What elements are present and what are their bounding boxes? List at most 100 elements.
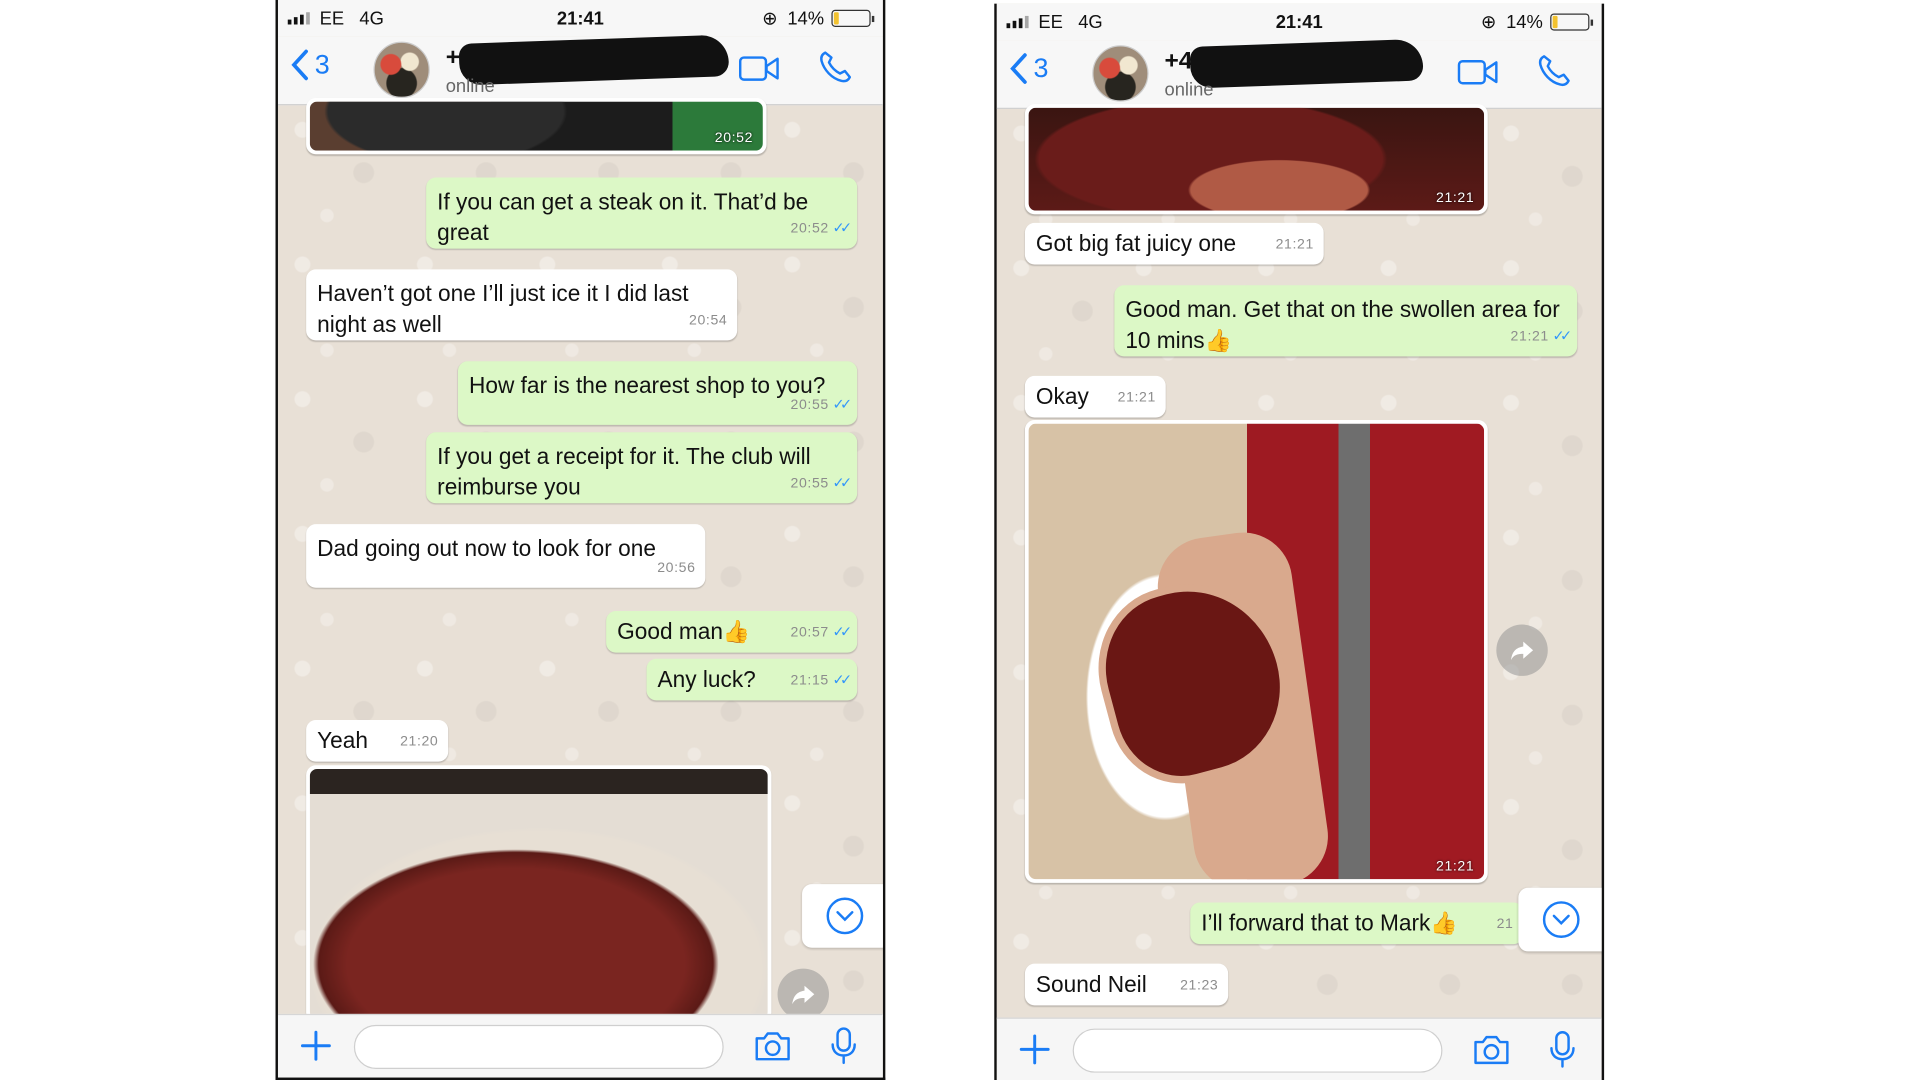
read-receipt-icon: ✓✓ bbox=[1552, 326, 1573, 345]
forward-arrow-icon bbox=[792, 985, 815, 1005]
outgoing-message[interactable]: Good man👍 20:57 ✓✓ bbox=[606, 611, 858, 653]
message-text: If you can get a steak on it. That’d be … bbox=[437, 188, 809, 245]
message-text: Okay bbox=[1035, 383, 1089, 409]
outgoing-message[interactable]: If you can get a steak on it. That’d be … bbox=[426, 177, 858, 249]
message-list[interactable]: 20:52 If you can get a steak on it. That… bbox=[278, 97, 883, 1023]
message-input-bar bbox=[277, 1013, 883, 1078]
left-phone-screen: EE 4G 21:41 ⊕ 14% 3 +44 online 20:52 If … bbox=[275, 0, 886, 1080]
message-text: Dad going out now to look for one bbox=[317, 535, 656, 561]
steak-photo: 21:21 bbox=[1028, 107, 1485, 211]
message-text: Any luck? bbox=[657, 666, 756, 692]
redaction-mark bbox=[1189, 38, 1424, 89]
outgoing-message[interactable]: Any luck? 21:15 ✓✓ bbox=[646, 658, 858, 701]
message-time: 20:52 bbox=[714, 131, 754, 146]
message-text: Haven’t got one I’ll just ice it I did l… bbox=[317, 280, 689, 337]
battery-percent: 14% bbox=[787, 8, 825, 30]
message-time: 20:56 bbox=[657, 560, 696, 576]
chevron-down-circle-icon bbox=[826, 897, 864, 935]
outgoing-message[interactable]: How far is the nearest shop to you? 20:5… bbox=[457, 361, 858, 425]
forward-button[interactable] bbox=[777, 968, 829, 1021]
contact-status: online bbox=[445, 75, 495, 97]
battery-icon bbox=[831, 9, 875, 27]
chevron-left-icon bbox=[1010, 53, 1027, 84]
plus-icon[interactable] bbox=[1019, 1033, 1051, 1065]
message-input[interactable] bbox=[353, 1024, 724, 1069]
message-time: 21:21 bbox=[1435, 859, 1475, 875]
incoming-message[interactable]: Okay 21:21 bbox=[1024, 375, 1166, 418]
message-input-bar bbox=[996, 1017, 1602, 1080]
outgoing-message[interactable]: If you get a receipt for it. The club wi… bbox=[426, 432, 858, 504]
image-message[interactable]: 21:21 bbox=[1024, 104, 1488, 215]
message-text: I’ll forward that to Mark bbox=[1201, 909, 1431, 936]
steak-photo bbox=[309, 768, 768, 1019]
incoming-message[interactable]: Got big fat juicy one 21:21 bbox=[1024, 222, 1324, 265]
message-time: 20:52 bbox=[790, 221, 829, 237]
back-button[interactable]: 3 bbox=[1009, 53, 1048, 85]
avatar[interactable] bbox=[373, 41, 430, 98]
message-text: Yeah bbox=[317, 727, 368, 754]
microphone-icon[interactable] bbox=[1548, 1030, 1577, 1069]
thumbs-up-emoji: 👍 bbox=[1430, 911, 1458, 936]
right-phone-screen: EE 4G 21:41 ⊕ 14% 3 +44 online 21:21 Got… bbox=[994, 3, 1605, 1080]
plus-icon[interactable] bbox=[300, 1030, 332, 1062]
status-bar: EE 4G 21:41 ⊕ 14% bbox=[996, 3, 1602, 41]
message-input[interactable] bbox=[1072, 1028, 1443, 1073]
image-message[interactable]: 20:52 bbox=[306, 97, 767, 155]
message-time: 21:20 bbox=[400, 734, 439, 750]
contact-status: online bbox=[1164, 79, 1214, 101]
message-time: 21 bbox=[1496, 917, 1514, 932]
incoming-message[interactable]: Sound Neil 21:23 bbox=[1024, 963, 1229, 1006]
message-text: Sound Neil bbox=[1035, 971, 1147, 997]
read-receipt-icon: ✓✓ bbox=[832, 473, 853, 492]
message-text: Good man. Get that on the swollen area f… bbox=[1125, 296, 1560, 353]
chat-header: 3 +44 online bbox=[277, 34, 883, 106]
camera-icon[interactable] bbox=[754, 1030, 791, 1062]
incoming-message[interactable]: Yeah 21:20 bbox=[306, 720, 449, 762]
voice-call-icon[interactable] bbox=[1536, 53, 1573, 90]
screenshot-stage: EE 4G 21:41 ⊕ 14% 3 +44 online 20:52 If … bbox=[0, 0, 1920, 1080]
scroll-to-bottom-button[interactable] bbox=[802, 884, 883, 948]
redaction-mark bbox=[458, 34, 730, 86]
video-call-icon[interactable] bbox=[738, 54, 780, 83]
incoming-message[interactable]: Dad going out now to look for one 20:56 bbox=[306, 524, 706, 588]
status-bar: EE 4G 21:41 ⊕ 14% bbox=[277, 0, 883, 37]
message-time: 20:55 bbox=[790, 397, 829, 413]
back-button[interactable]: 3 bbox=[290, 48, 330, 81]
outgoing-message[interactable]: I’ll forward that to Mark👍 21 bbox=[1190, 902, 1524, 945]
message-time: 21:21 bbox=[1510, 329, 1549, 345]
unread-count: 3 bbox=[314, 48, 330, 80]
image-message[interactable]: 21:21 bbox=[1024, 420, 1488, 883]
chat-header: 3 +44 online bbox=[996, 38, 1602, 109]
message-list[interactable]: 21:21 Got big fat juicy one 21:21 Good m… bbox=[997, 104, 1602, 1020]
message-time: 21:21 bbox=[1117, 390, 1156, 406]
battery-icon bbox=[1550, 13, 1594, 31]
message-time: 20:55 bbox=[790, 476, 829, 492]
chevron-down-circle-icon bbox=[1542, 901, 1580, 938]
read-receipt-icon: ✓✓ bbox=[832, 395, 853, 413]
image-message[interactable] bbox=[306, 765, 772, 1023]
read-receipt-icon: ✓✓ bbox=[832, 671, 853, 689]
voice-call-icon[interactable] bbox=[817, 49, 854, 86]
forward-button[interactable] bbox=[1496, 624, 1548, 676]
thumbs-up-emoji: 👍 bbox=[1204, 328, 1233, 353]
scroll-to-bottom-button[interactable] bbox=[1518, 887, 1602, 952]
camera-icon[interactable] bbox=[1473, 1033, 1510, 1065]
outgoing-message[interactable]: Good man. Get that on the swollen area f… bbox=[1114, 285, 1578, 357]
orientation-lock-icon: ⊕ bbox=[1480, 12, 1497, 34]
leg-photo: 20:52 bbox=[309, 101, 763, 151]
message-time: 21:21 bbox=[1435, 191, 1475, 206]
orientation-lock-icon: ⊕ bbox=[762, 8, 778, 30]
message-text: If you get a receipt for it. The club wi… bbox=[437, 443, 811, 500]
incoming-message[interactable]: Haven’t got one I’ll just ice it I did l… bbox=[306, 269, 738, 341]
battery-percent: 14% bbox=[1506, 12, 1543, 34]
unread-count: 3 bbox=[1033, 52, 1049, 84]
message-text: Good man bbox=[617, 618, 723, 645]
message-time: 21:15 bbox=[790, 673, 829, 689]
microphone-icon[interactable] bbox=[829, 1026, 858, 1065]
message-time: 21:23 bbox=[1180, 978, 1219, 994]
video-call-icon[interactable] bbox=[1457, 58, 1499, 87]
message-time: 20:57 bbox=[790, 625, 829, 641]
avatar[interactable] bbox=[1092, 45, 1149, 102]
message-text: How far is the nearest shop to you? bbox=[468, 372, 826, 398]
chevron-left-icon bbox=[291, 49, 308, 81]
